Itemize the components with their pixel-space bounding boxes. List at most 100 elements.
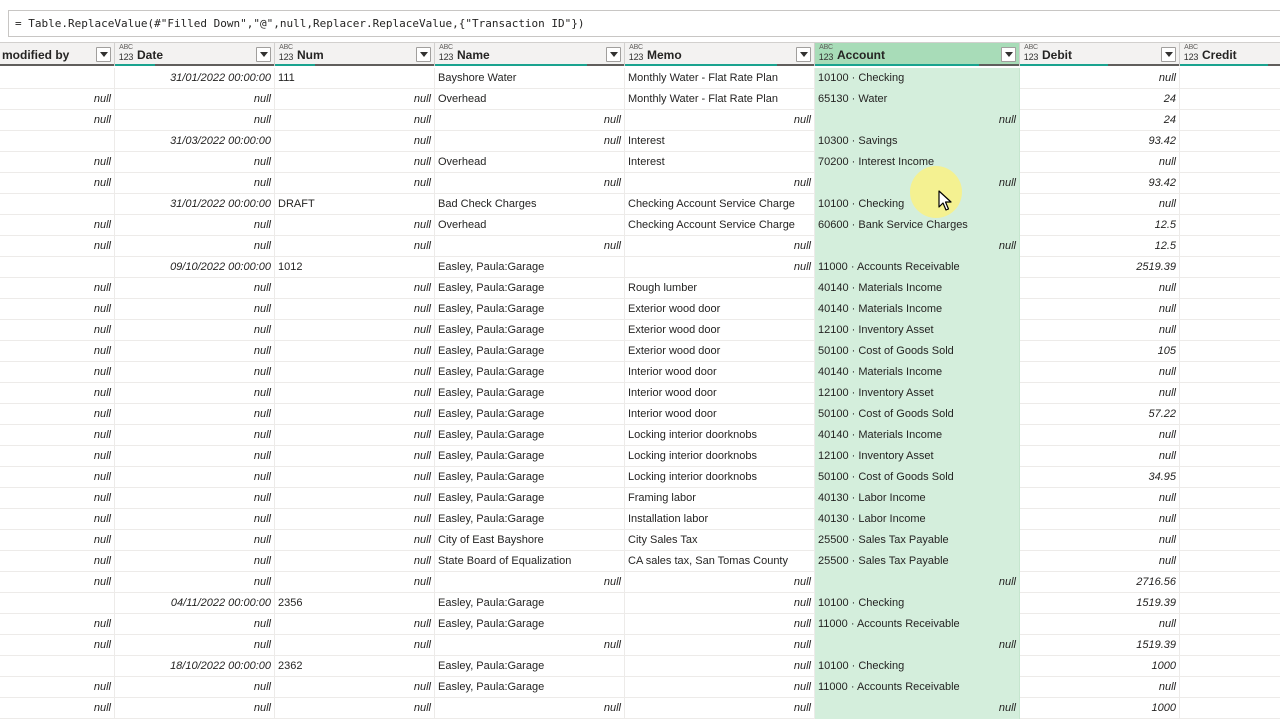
cell-date[interactable]: null xyxy=(115,467,275,488)
cell-account[interactable]: 10100 · Checking xyxy=(815,194,1020,215)
column-header-num[interactable]: ABC 123 Num xyxy=(275,43,435,66)
cell-name[interactable]: Easley, Paula:Garage xyxy=(435,383,625,404)
cell-account[interactable]: null xyxy=(815,110,1020,131)
cell-num[interactable]: null xyxy=(275,509,435,530)
cell-num[interactable]: null xyxy=(275,110,435,131)
cell-num[interactable]: null xyxy=(275,362,435,383)
cell-debit[interactable]: 1000 xyxy=(1020,698,1180,719)
cell-name[interactable]: Overhead xyxy=(435,215,625,236)
cell-credit[interactable] xyxy=(1180,656,1280,677)
cell-name[interactable]: State Board of Equalization xyxy=(435,551,625,572)
filter-dropdown-icon[interactable] xyxy=(256,47,271,62)
cell-name[interactable]: null xyxy=(435,173,625,194)
cell-memo[interactable]: Exterior wood door xyxy=(625,320,815,341)
cell-name[interactable]: Easley, Paula:Garage xyxy=(435,425,625,446)
cell-debit[interactable]: 57.22 xyxy=(1020,404,1180,425)
cell-credit[interactable] xyxy=(1180,194,1280,215)
cell-debit[interactable]: null xyxy=(1020,152,1180,173)
cell-name[interactable]: Easley, Paula:Garage xyxy=(435,446,625,467)
cell-name[interactable]: Easley, Paula:Garage xyxy=(435,278,625,299)
cell-credit[interactable] xyxy=(1180,404,1280,425)
formula-input[interactable]: = Table.ReplaceValue(#"Filled Down","@",… xyxy=(8,10,1280,37)
cell-num[interactable]: null xyxy=(275,635,435,656)
cell-memo[interactable]: Exterior wood door xyxy=(625,299,815,320)
cell-debit[interactable]: null xyxy=(1020,446,1180,467)
cell-date[interactable]: 09/10/2022 00:00:00 xyxy=(115,257,275,278)
cell-credit[interactable] xyxy=(1180,299,1280,320)
cell-account[interactable]: 50100 · Cost of Goods Sold xyxy=(815,467,1020,488)
column-header-account[interactable]: ABC 123 Account xyxy=(815,43,1020,66)
cell-credit[interactable] xyxy=(1180,215,1280,236)
cell-modified-by[interactable]: null xyxy=(0,173,115,194)
cell-debit[interactable]: 24 xyxy=(1020,110,1180,131)
cell-date[interactable]: null xyxy=(115,173,275,194)
cell-date[interactable]: null xyxy=(115,215,275,236)
cell-modified-by[interactable]: null xyxy=(0,446,115,467)
cell-date[interactable]: 31/01/2022 00:00:00 xyxy=(115,68,275,89)
cell-account[interactable]: 50100 · Cost of Goods Sold xyxy=(815,341,1020,362)
cell-memo[interactable]: null xyxy=(625,635,815,656)
cell-credit[interactable] xyxy=(1180,89,1280,110)
cell-name[interactable]: Easley, Paula:Garage xyxy=(435,320,625,341)
cell-name[interactable]: Easley, Paula:Garage xyxy=(435,362,625,383)
cell-name[interactable]: Easley, Paula:Garage xyxy=(435,467,625,488)
cell-account[interactable]: 25500 · Sales Tax Payable xyxy=(815,551,1020,572)
cell-credit[interactable] xyxy=(1180,509,1280,530)
cell-account[interactable]: null xyxy=(815,236,1020,257)
cell-date[interactable]: 18/10/2022 00:00:00 xyxy=(115,656,275,677)
cell-name[interactable]: Easley, Paula:Garage xyxy=(435,677,625,698)
cell-memo[interactable]: null xyxy=(625,698,815,719)
column-header-memo[interactable]: ABC 123 Memo xyxy=(625,43,815,66)
cell-debit[interactable]: null xyxy=(1020,425,1180,446)
cell-date[interactable]: null xyxy=(115,572,275,593)
cell-debit[interactable]: 1519.39 xyxy=(1020,593,1180,614)
cell-modified-by[interactable]: null xyxy=(0,509,115,530)
cell-credit[interactable] xyxy=(1180,551,1280,572)
cell-num[interactable]: DRAFT xyxy=(275,194,435,215)
cell-date[interactable]: 04/11/2022 00:00:00 xyxy=(115,593,275,614)
cell-date[interactable]: null xyxy=(115,677,275,698)
cell-num[interactable]: null xyxy=(275,446,435,467)
cell-account[interactable]: 60600 · Bank Service Charges xyxy=(815,215,1020,236)
cell-name[interactable]: Easley, Paula:Garage xyxy=(435,593,625,614)
cell-account[interactable]: 11000 · Accounts Receivable xyxy=(815,614,1020,635)
filter-dropdown-icon[interactable] xyxy=(416,47,431,62)
cell-account[interactable]: null xyxy=(815,173,1020,194)
cell-debit[interactable]: null xyxy=(1020,194,1180,215)
cell-num[interactable]: null xyxy=(275,236,435,257)
cell-date[interactable]: null xyxy=(115,404,275,425)
cell-credit[interactable] xyxy=(1180,68,1280,89)
cell-debit[interactable]: 1000 xyxy=(1020,656,1180,677)
cell-debit[interactable]: 105 xyxy=(1020,341,1180,362)
cell-num[interactable]: null xyxy=(275,467,435,488)
cell-memo[interactable]: null xyxy=(625,173,815,194)
cell-debit[interactable]: null xyxy=(1020,278,1180,299)
cell-credit[interactable] xyxy=(1180,362,1280,383)
cell-account[interactable]: 40130 · Labor Income xyxy=(815,488,1020,509)
cell-account[interactable]: 12100 · Inventory Asset xyxy=(815,320,1020,341)
cell-account[interactable]: 11000 · Accounts Receivable xyxy=(815,677,1020,698)
cell-modified-by[interactable] xyxy=(0,131,115,152)
cell-credit[interactable] xyxy=(1180,173,1280,194)
cell-name[interactable]: null xyxy=(435,236,625,257)
filter-dropdown-icon[interactable] xyxy=(1001,47,1016,62)
cell-account[interactable]: 11000 · Accounts Receivable xyxy=(815,257,1020,278)
cell-modified-by[interactable]: null xyxy=(0,551,115,572)
cell-memo[interactable]: Locking interior doorknobs xyxy=(625,425,815,446)
cell-modified-by[interactable] xyxy=(0,68,115,89)
any-type-icon[interactable]: ABC 123 xyxy=(1182,44,1200,64)
cell-account[interactable]: 50100 · Cost of Goods Sold xyxy=(815,404,1020,425)
cell-credit[interactable] xyxy=(1180,635,1280,656)
cell-memo[interactable]: Checking Account Service Charge xyxy=(625,215,815,236)
cell-name[interactable]: Easley, Paula:Garage xyxy=(435,614,625,635)
cell-debit[interactable]: null xyxy=(1020,488,1180,509)
cell-modified-by[interactable]: null xyxy=(0,362,115,383)
cell-num[interactable]: null xyxy=(275,677,435,698)
cell-account[interactable]: 12100 · Inventory Asset xyxy=(815,383,1020,404)
cell-modified-by[interactable]: null xyxy=(0,299,115,320)
cell-modified-by[interactable]: null xyxy=(0,425,115,446)
cell-modified-by[interactable]: null xyxy=(0,530,115,551)
cell-date[interactable]: null xyxy=(115,530,275,551)
cell-credit[interactable] xyxy=(1180,110,1280,131)
cell-debit[interactable]: 2519.39 xyxy=(1020,257,1180,278)
